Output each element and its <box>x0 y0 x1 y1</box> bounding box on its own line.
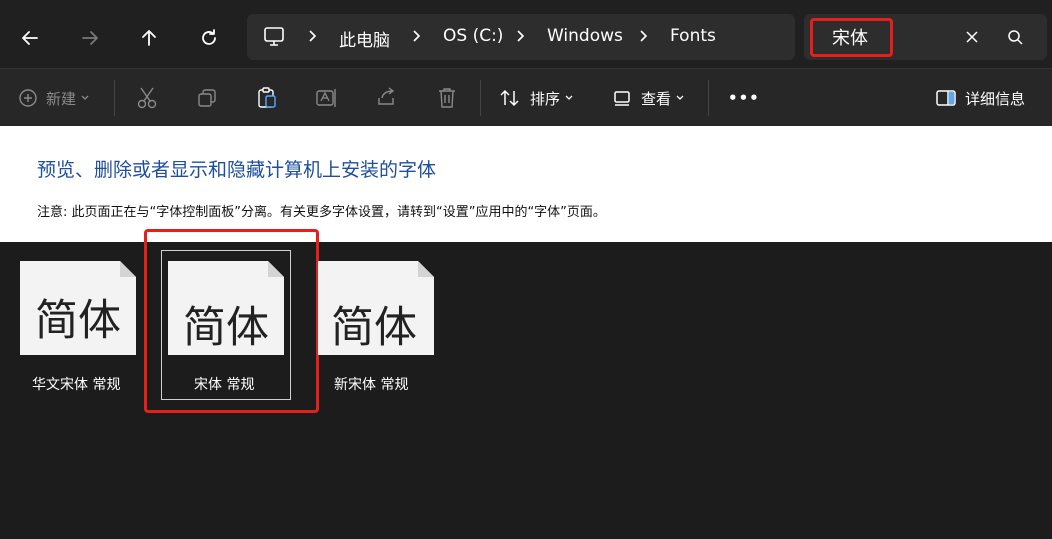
details-label: 详细信息 <box>965 89 1026 108</box>
plus-circle-icon <box>19 89 37 107</box>
new-label: 新建 <box>46 89 77 108</box>
new-button[interactable]: 新建 <box>18 86 90 110</box>
chevron-right-icon <box>309 30 317 42</box>
chevron-right-icon <box>640 30 648 42</box>
chevron-right-icon <box>517 30 525 42</box>
font-preview-text: 简体 <box>35 296 121 346</box>
chevron-down-icon <box>676 95 684 100</box>
chevron-down-icon <box>565 95 573 100</box>
view-icon <box>614 91 630 106</box>
font-name-label: 华文宋体 常规 <box>32 377 121 393</box>
search-icon[interactable] <box>1007 29 1023 45</box>
cut-icon[interactable] <box>136 86 158 110</box>
toolbar-divider <box>708 80 709 116</box>
back-button[interactable] <box>12 20 48 56</box>
search-highlight-box <box>810 18 893 57</box>
share-icon[interactable] <box>375 86 397 108</box>
details-button[interactable]: 详细信息 <box>935 86 1025 110</box>
arrow-left-icon <box>22 31 38 45</box>
close-icon[interactable] <box>964 29 980 45</box>
breadcrumb-item-this-pc[interactable]: 此电脑 <box>339 26 390 51</box>
rename-icon[interactable] <box>315 86 339 110</box>
font-preview-text: 简体 <box>331 303 417 353</box>
forward-button[interactable] <box>72 20 108 56</box>
toolbar-divider <box>480 80 481 116</box>
info-title[interactable]: 预览、删除或者显示和隐藏计算机上安装的字体 <box>37 155 436 182</box>
refresh-button[interactable] <box>191 20 227 56</box>
chevron-down-icon <box>81 95 89 100</box>
font-tile-highlight-box <box>144 229 319 413</box>
delete-icon[interactable] <box>436 86 458 110</box>
breadcrumb-item-os-c[interactable]: OS (C:) <box>443 26 503 46</box>
arrow-right-icon <box>82 31 98 45</box>
sort-icon <box>500 89 519 107</box>
view-label: 查看 <box>641 89 672 108</box>
sort-button[interactable]: 排序 <box>499 86 574 110</box>
arrow-up-icon <box>142 30 156 46</box>
sort-label: 排序 <box>530 89 561 108</box>
font-name-label: 新宋体 常规 <box>334 377 409 393</box>
info-note: 注意: 此页面正在与“字体控制面板”分离。有关更多字体设置，请转到“设置”应用中… <box>37 205 606 220</box>
info-panel <box>0 126 1052 242</box>
refresh-icon <box>202 29 216 45</box>
computer-icon[interactable] <box>263 26 285 48</box>
more-options-button[interactable]: ••• <box>728 86 760 110</box>
chevron-right-icon <box>413 30 421 42</box>
copy-icon[interactable] <box>196 87 218 109</box>
paste-icon[interactable] <box>256 86 278 110</box>
toolbar-divider <box>114 80 115 116</box>
up-button[interactable] <box>131 20 167 56</box>
view-button[interactable]: 查看 <box>613 86 685 110</box>
breadcrumb-item-windows[interactable]: Windows <box>547 26 623 46</box>
details-pane-icon <box>936 90 956 106</box>
breadcrumb-item-fonts[interactable]: Fonts <box>670 26 716 46</box>
